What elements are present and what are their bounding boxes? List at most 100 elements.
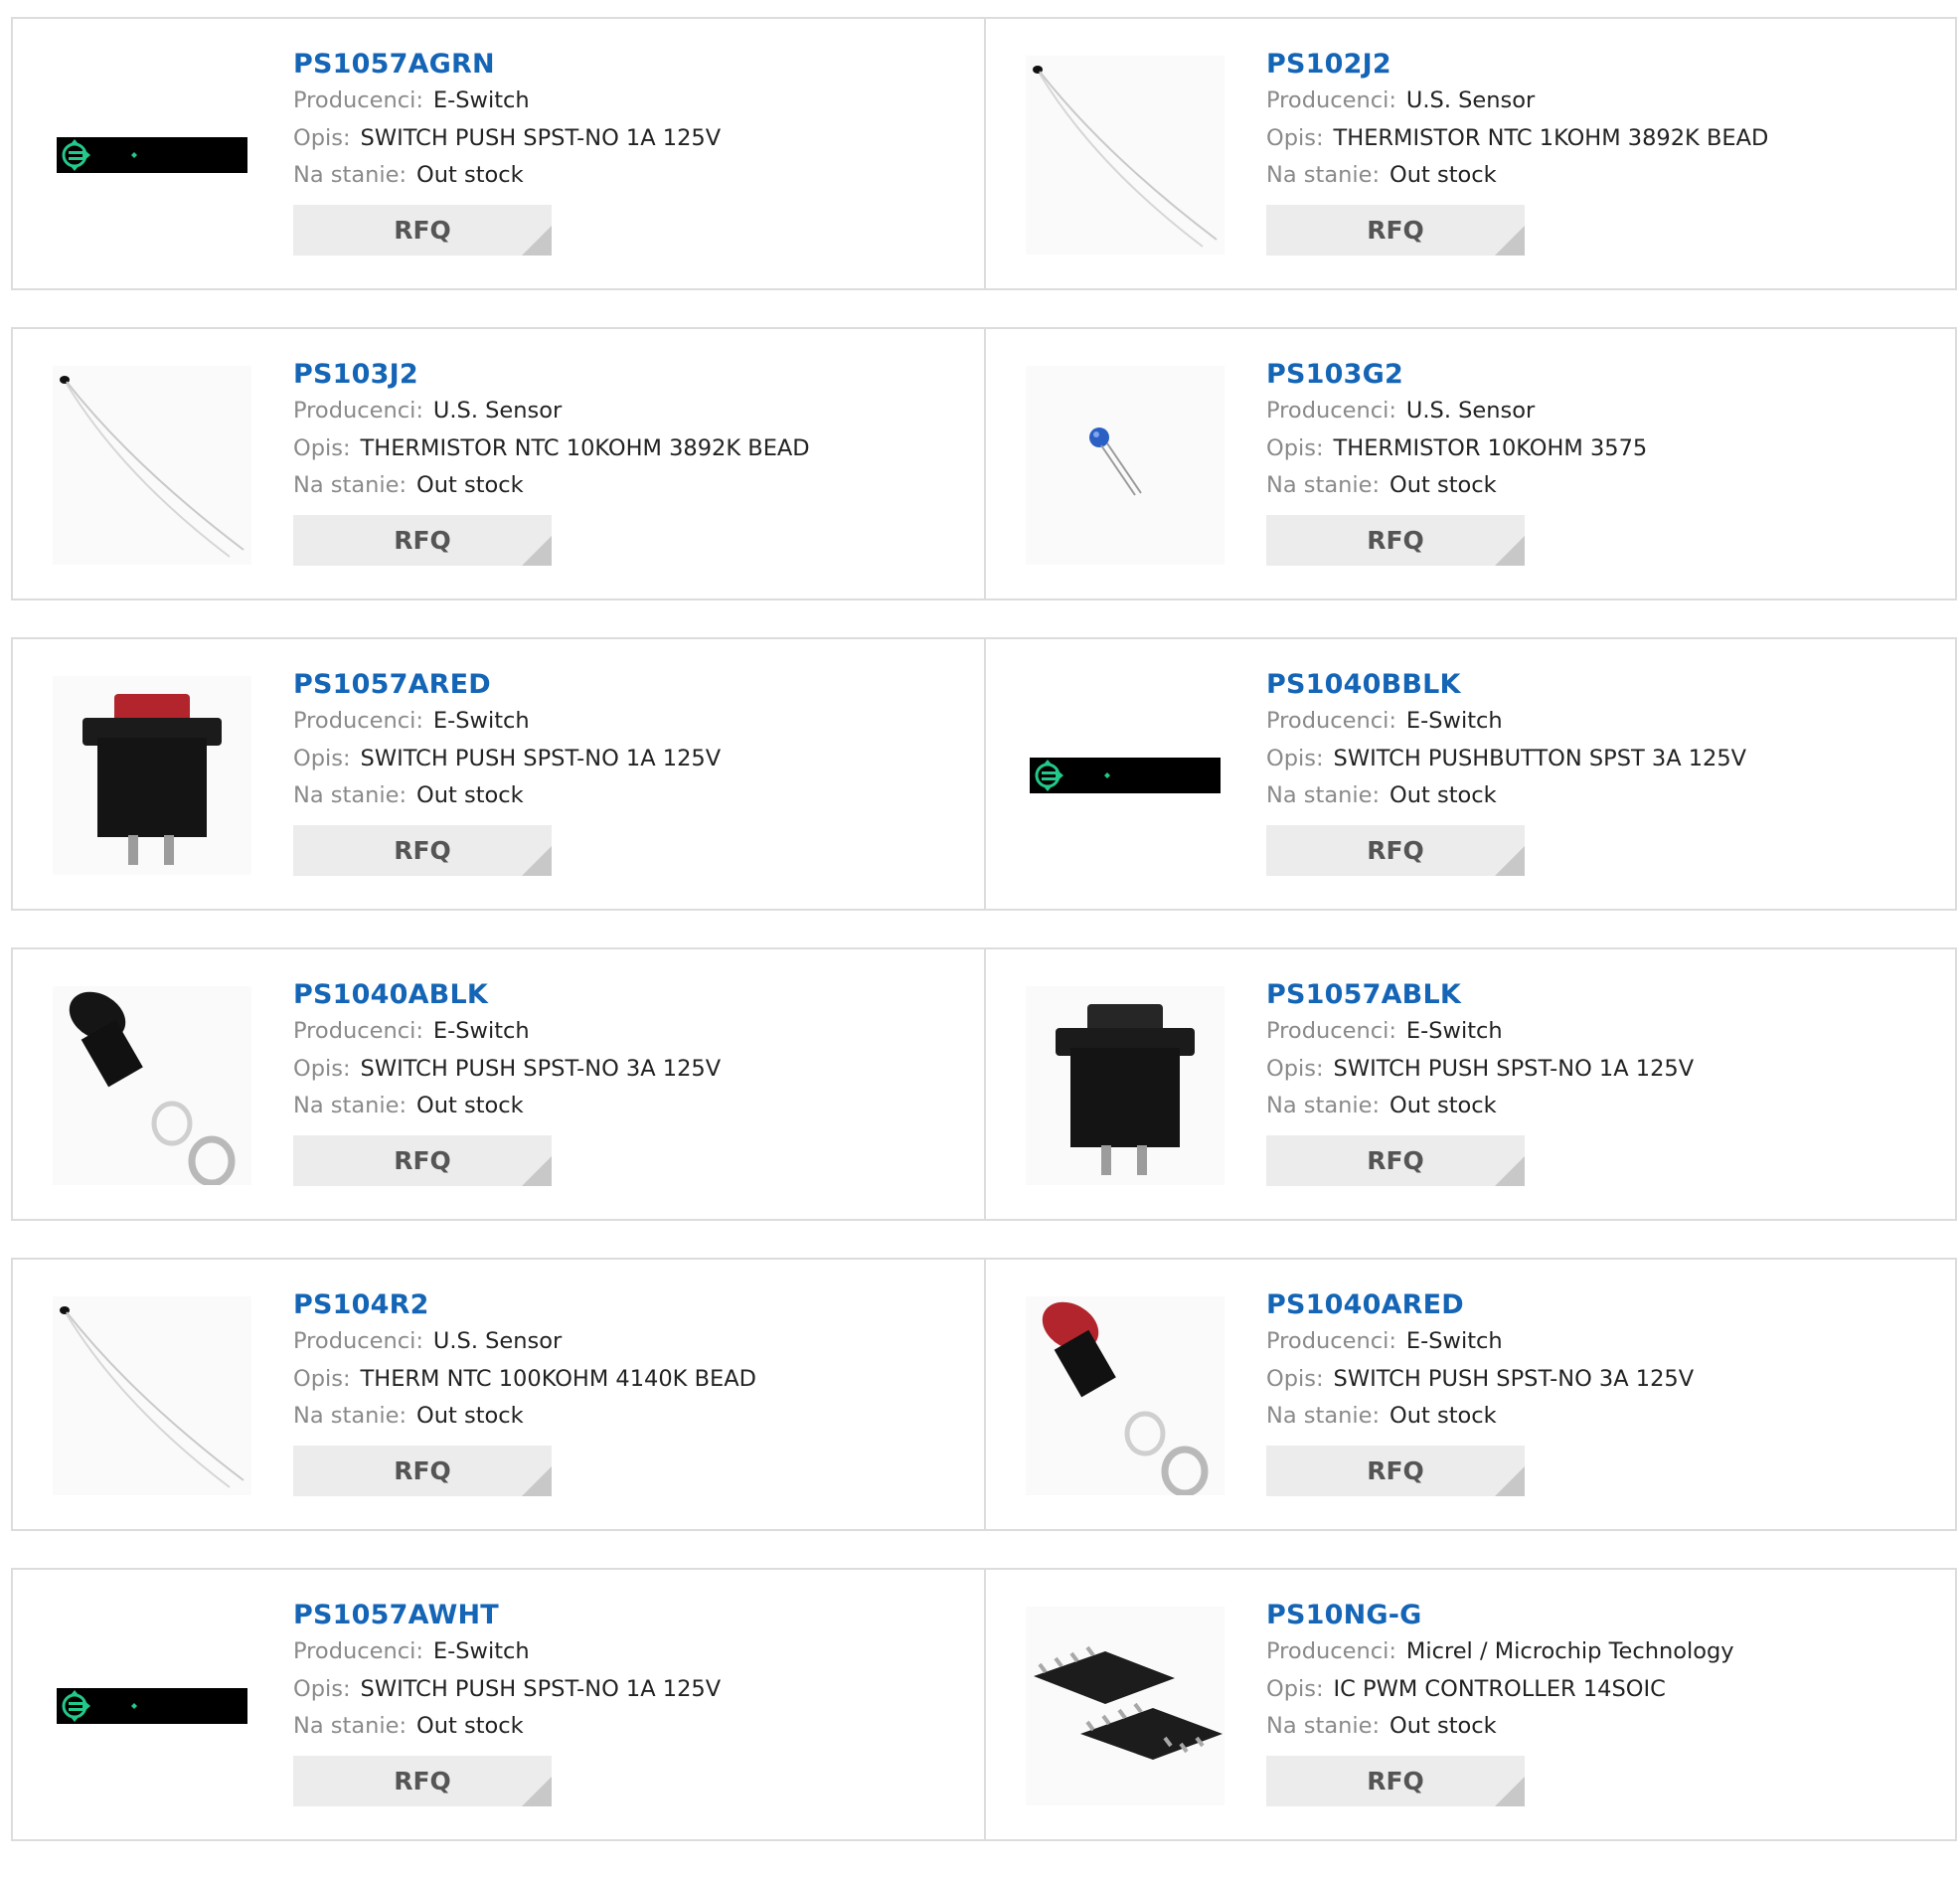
round-pushbutton-red-icon[interactable] — [1026, 1296, 1225, 1495]
part-number-link[interactable]: PS1057ARED — [293, 667, 491, 703]
stock-label: Na stanie: — [1266, 1713, 1381, 1739]
stock-row: Na stanie: Out stock — [1266, 157, 1945, 195]
description-value: IC PWM CONTROLLER 14SOIC — [1333, 1675, 1666, 1702]
manufacturer-row: Producenci: E-Switch — [293, 83, 974, 120]
corner-triangle-icon — [522, 1776, 552, 1806]
stock-value: Out stock — [416, 1713, 524, 1739]
rfq-button[interactable]: RFQ — [293, 824, 552, 876]
description-value: THERMISTOR NTC 1KOHM 3892K BEAD — [1333, 124, 1769, 151]
stock-value: Out stock — [416, 1093, 524, 1118]
stock-label: Na stanie: — [1266, 1093, 1381, 1118]
rfq-button-label: RFQ — [1367, 1455, 1424, 1485]
rfq-button-label: RFQ — [394, 215, 451, 245]
rfq-button[interactable]: RFQ — [1266, 1755, 1525, 1806]
rfq-button[interactable]: RFQ — [1266, 514, 1525, 566]
thermistor-disc-icon[interactable] — [1026, 366, 1225, 565]
description-label: Opis: — [1266, 1675, 1324, 1702]
part-number-link[interactable]: PS103J2 — [293, 357, 418, 393]
thermistor-bead-icon[interactable] — [53, 366, 251, 565]
description-label: Opis: — [293, 745, 351, 771]
part-number-link[interactable]: PS10NG-G — [1266, 1598, 1422, 1633]
rfq-button-label: RFQ — [1367, 835, 1424, 865]
corner-triangle-icon — [522, 1465, 552, 1496]
stock-label: Na stanie: — [293, 162, 408, 188]
rfq-button-label: RFQ — [394, 525, 451, 555]
stock-value: Out stock — [416, 1403, 524, 1429]
product-card: PS1057AGRN Producenci: E-Switch Opis: SWIT… — [13, 19, 984, 288]
manufacturer-value: U.S. Sensor — [432, 398, 563, 424]
manufacturer-label: Producenci: — [1266, 87, 1396, 113]
manufacturer-value: E-Switch — [1405, 1018, 1503, 1044]
manufacturer-row: Producenci: U.S. Sensor — [1266, 393, 1945, 430]
loading-placeholder-icon[interactable] — [53, 1607, 251, 1805]
product-card: PS1040BBLK Producenci: E-Switch Opis: SWIT… — [984, 639, 1955, 909]
part-number-link[interactable]: PS1040ABLK — [293, 977, 488, 1013]
rfq-button[interactable]: RFQ — [293, 1445, 552, 1496]
stock-label: Na stanie: — [1266, 472, 1381, 498]
product-info: PS10NG-G Producenci: Micrel / Microchip T… — [1266, 1598, 1945, 1806]
thermistor-bead-icon[interactable] — [53, 1296, 251, 1495]
description-row: Opis: SWITCH PUSH SPST-NO 3A 125V — [1266, 1361, 1945, 1399]
corner-triangle-icon — [1495, 1155, 1525, 1186]
product-card: PS1057ABLK Producenci: E-Switch Opis: SWIT… — [984, 949, 1955, 1219]
stock-value: Out stock — [1389, 1093, 1497, 1118]
rfq-button[interactable]: RFQ — [293, 514, 552, 566]
description-row: Opis: SWITCH PUSHBUTTON SPST 3A 125V — [1266, 741, 1945, 778]
rfq-button[interactable]: RFQ — [1266, 1445, 1525, 1496]
product-row: PS103J2 Producenci: U.S. Sensor Opis: THER… — [11, 327, 1957, 600]
loading-placeholder-icon[interactable] — [53, 56, 251, 255]
corner-triangle-icon — [1495, 845, 1525, 876]
round-pushbutton-black-icon[interactable] — [53, 986, 251, 1185]
part-number-link[interactable]: PS1057AGRN — [293, 47, 495, 83]
part-number-link[interactable]: PS103G2 — [1266, 357, 1403, 393]
manufacturer-label: Producenci: — [293, 708, 423, 734]
square-pushbutton-black-icon[interactable] — [1026, 986, 1225, 1185]
loading-placeholder-icon[interactable] — [1026, 676, 1225, 875]
manufacturer-label: Producenci: — [1266, 708, 1396, 734]
part-number-link[interactable]: PS1040ARED — [1266, 1287, 1464, 1323]
description-row: Opis: THERM NTC 100KOHM 4140K BEAD — [293, 1361, 974, 1399]
part-number-link[interactable]: PS104R2 — [293, 1287, 429, 1323]
manufacturer-value: E-Switch — [1405, 1328, 1503, 1354]
description-value: THERM NTC 100KOHM 4140K BEAD — [360, 1365, 756, 1392]
rfq-button[interactable]: RFQ — [1266, 824, 1525, 876]
product-info: PS103J2 Producenci: U.S. Sensor Opis: THER… — [293, 357, 974, 566]
manufacturer-label: Producenci: — [293, 87, 423, 113]
stock-label: Na stanie: — [293, 472, 408, 498]
description-value: SWITCH PUSH SPST-NO 1A 125V — [360, 745, 722, 771]
manufacturer-value: E-Switch — [432, 1018, 530, 1044]
rfq-button[interactable]: RFQ — [293, 204, 552, 256]
rfq-button[interactable]: RFQ — [293, 1134, 552, 1186]
rfq-button-label: RFQ — [394, 835, 451, 865]
product-card: PS104R2 Producenci: U.S. Sensor Opis: THER… — [13, 1260, 984, 1529]
thermistor-bead-icon[interactable] — [1026, 56, 1225, 255]
stock-row: Na stanie: Out stock — [1266, 1088, 1945, 1125]
description-value: SWITCH PUSH SPST-NO 1A 125V — [1333, 1055, 1695, 1082]
rfq-button[interactable]: RFQ — [293, 1755, 552, 1806]
part-number-link[interactable]: PS1057ABLK — [1266, 977, 1461, 1013]
manufacturer-value: E-Switch — [432, 87, 530, 113]
part-number-link[interactable]: PS1040BBLK — [1266, 667, 1461, 703]
corner-triangle-icon — [1495, 225, 1525, 256]
rfq-button[interactable]: RFQ — [1266, 204, 1525, 256]
description-value: THERMISTOR 10KOHM 3575 — [1333, 434, 1648, 461]
description-label: Opis: — [293, 1675, 351, 1702]
rfq-button[interactable]: RFQ — [1266, 1134, 1525, 1186]
stock-value: Out stock — [416, 782, 524, 808]
manufacturer-value: E-Switch — [432, 708, 530, 734]
stock-row: Na stanie: Out stock — [1266, 777, 1945, 815]
part-number-link[interactable]: PS1057AWHT — [293, 1598, 499, 1633]
rfq-button-label: RFQ — [394, 1766, 451, 1795]
product-card: PS103J2 Producenci: U.S. Sensor Opis: THER… — [13, 329, 984, 598]
description-row: Opis: THERMISTOR NTC 1KOHM 3892K BEAD — [1266, 120, 1945, 158]
manufacturer-row: Producenci: Micrel / Microchip Technology — [1266, 1633, 1945, 1671]
product-card: PS1057AWHT Producenci: E-Switch Opis: SWIT… — [13, 1570, 984, 1839]
description-row: Opis: SWITCH PUSH SPST-NO 3A 125V — [293, 1051, 974, 1089]
square-pushbutton-red-icon[interactable] — [53, 676, 251, 875]
soic-chip-icon[interactable] — [1026, 1607, 1225, 1805]
description-value: THERMISTOR NTC 10KOHM 3892K BEAD — [360, 434, 810, 461]
description-value: SWITCH PUSH SPST-NO 3A 125V — [1333, 1365, 1695, 1392]
manufacturer-row: Producenci: U.S. Sensor — [293, 393, 974, 430]
part-number-link[interactable]: PS102J2 — [1266, 47, 1391, 83]
description-row: Opis: IC PWM CONTROLLER 14SOIC — [1266, 1671, 1945, 1709]
